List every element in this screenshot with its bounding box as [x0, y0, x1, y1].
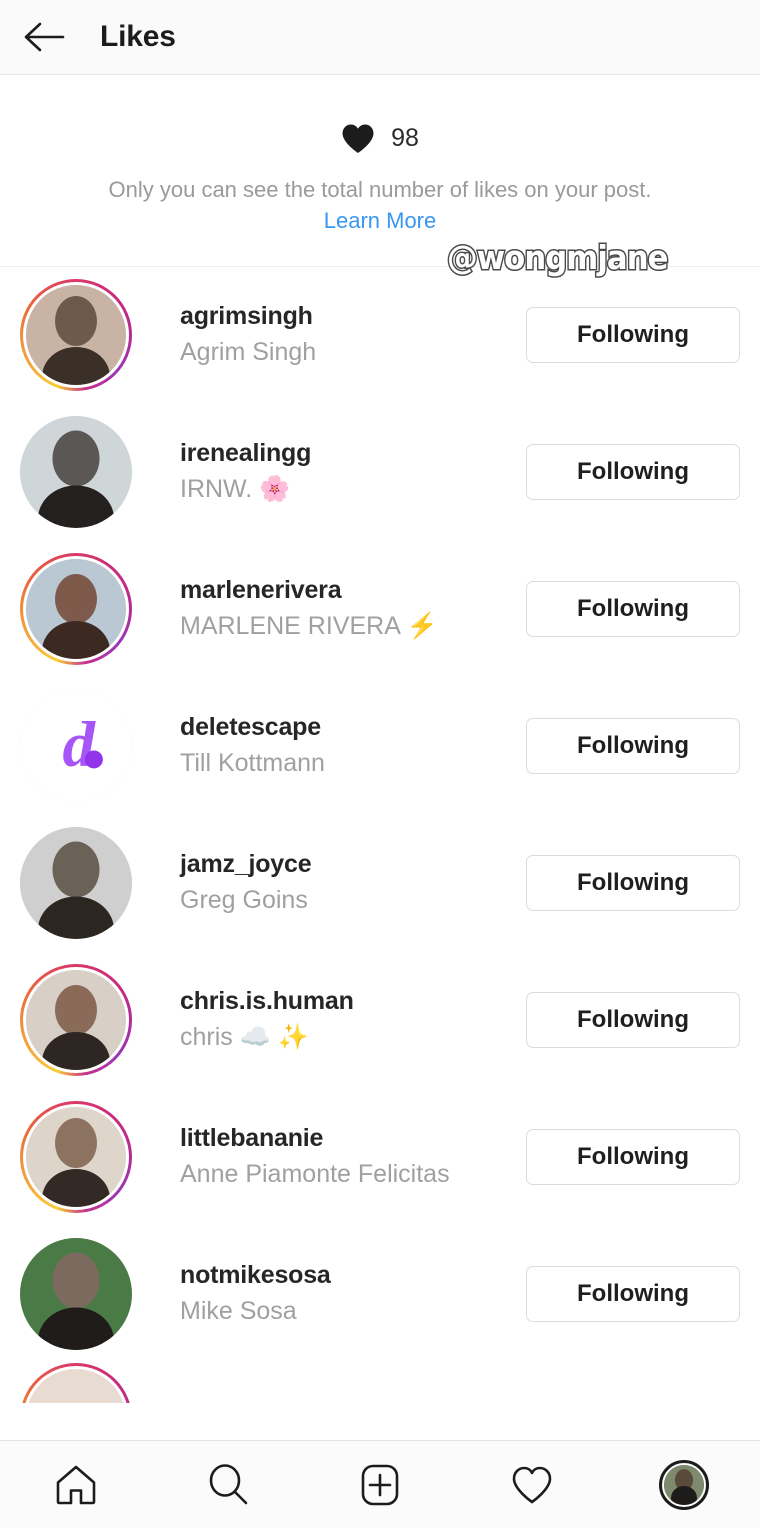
username[interactable]: littlebananie	[180, 1122, 526, 1155]
liker-row[interactable]: d deletescape Till Kottmann Following	[0, 678, 760, 815]
avatar-image: d	[20, 690, 132, 802]
follow-button[interactable]: Following	[526, 581, 740, 637]
avatar-with-story-ring[interactable]	[20, 964, 132, 1076]
add-post-icon	[357, 1462, 403, 1508]
nav-search[interactable]	[173, 1441, 283, 1528]
likes-screen: Likes 98 Only you can see the total numb…	[0, 0, 760, 1528]
avatar-image	[26, 285, 126, 385]
username[interactable]: marlenerivera	[180, 574, 526, 607]
liker-row[interactable]: littlebananie Anne Piamonte Felicitas Foll…	[0, 1089, 760, 1226]
avatar-image	[26, 1368, 126, 1403]
username[interactable]: irenealingg	[180, 437, 526, 470]
follow-button[interactable]: Following	[526, 718, 740, 774]
user-meta: irenealingg IRNW. 🌸	[132, 437, 526, 507]
heart-filled-icon	[341, 123, 375, 154]
nav-activity[interactable]	[477, 1441, 587, 1528]
avatar[interactable]: d	[20, 690, 132, 802]
avatar-with-story-ring[interactable]	[20, 553, 132, 665]
fullname: chris ☁️ ✨	[180, 1023, 309, 1052]
avatar-with-story-ring[interactable]	[20, 1362, 132, 1403]
nav-add-post[interactable]	[325, 1441, 435, 1528]
avatar[interactable]	[20, 416, 132, 528]
avatar[interactable]	[20, 1238, 132, 1350]
avatar-with-story-ring[interactable]	[20, 1101, 132, 1213]
back-button[interactable]	[16, 9, 72, 65]
like-count: 98	[391, 124, 419, 152]
liker-row[interactable]: irenealingg IRNW. 🌸 Following	[0, 404, 760, 541]
avatar-image	[26, 1107, 126, 1207]
user-meta: agrimsingh Agrim Singh	[132, 300, 526, 370]
liker-row[interactable]: chris.is.human chris ☁️ ✨ Following	[0, 952, 760, 1089]
like-count-row: 98	[0, 123, 760, 154]
username[interactable]: agrimsingh	[180, 300, 526, 333]
follow-button[interactable]: Following	[526, 992, 740, 1048]
learn-more-link[interactable]: Learn More	[0, 208, 760, 234]
fullname: Greg Goins	[180, 886, 308, 915]
profile-avatar	[659, 1459, 709, 1510]
username[interactable]: chris.is.human	[180, 985, 526, 1018]
user-meta: notmikesosa Mike Sosa	[132, 1259, 526, 1329]
follow-button[interactable]: Following	[526, 855, 740, 911]
fullname: Mike Sosa	[180, 1297, 297, 1326]
user-meta: deletescape Till Kottmann	[132, 711, 526, 781]
fullname: Agrim Singh	[180, 338, 317, 367]
username[interactable]: jamz_joyce	[180, 848, 526, 881]
avatar-image	[664, 1464, 704, 1505]
user-meta: chris.is.human chris ☁️ ✨	[132, 985, 526, 1055]
home-icon	[53, 1462, 99, 1508]
likes-info-section: 98 Only you can see the total number of …	[0, 75, 760, 279]
avatar-image	[20, 416, 132, 528]
username[interactable]: deletescape	[180, 711, 526, 744]
avatar-image	[20, 1238, 132, 1350]
follow-button[interactable]: Following	[526, 1266, 740, 1322]
user-meta: littlebananie Anne Piamonte Felicitas	[132, 1122, 526, 1192]
liker-row[interactable]: jamz_joyce Greg Goins Following	[0, 815, 760, 952]
follow-button[interactable]: Following	[526, 1129, 740, 1185]
user-meta: marlenerivera MARLENE RIVERA ⚡	[132, 574, 526, 644]
user-meta: jamz_joyce Greg Goins	[132, 848, 526, 918]
svg-text:d: d	[63, 709, 97, 781]
arrow-left-icon	[23, 20, 65, 54]
nav-profile[interactable]	[629, 1441, 739, 1528]
fullname: MARLENE RIVERA ⚡	[180, 612, 438, 641]
avatar-image	[20, 827, 132, 939]
bottom-navigation	[0, 1440, 760, 1528]
avatar-image	[26, 970, 126, 1070]
follow-button[interactable]: Following	[526, 444, 740, 500]
username[interactable]: notmikesosa	[180, 1259, 526, 1292]
search-icon	[205, 1462, 251, 1508]
likers-list: agrimsingh Agrim Singh Following irenealing…	[0, 267, 760, 1403]
follow-button[interactable]: Following	[526, 307, 740, 363]
avatar[interactable]	[20, 827, 132, 939]
likes-note: Only you can see the total number of lik…	[108, 177, 652, 202]
avatar-image	[26, 559, 126, 659]
fullname: Anne Piamonte Felicitas	[180, 1160, 450, 1189]
heart-outline-icon	[509, 1462, 555, 1508]
liker-row[interactable]: agrimsingh Agrim Singh Following	[0, 267, 760, 404]
liker-row-partial[interactable]	[0, 1362, 760, 1403]
top-bar: Likes	[0, 0, 760, 75]
nav-home[interactable]	[21, 1441, 131, 1528]
fullname: Till Kottmann	[180, 749, 325, 778]
liker-row[interactable]: notmikesosa Mike Sosa Following	[0, 1226, 760, 1363]
page-title: Likes	[100, 20, 176, 53]
liker-row[interactable]: marlenerivera MARLENE RIVERA ⚡ Following	[0, 541, 760, 678]
fullname: IRNW. 🌸	[180, 475, 291, 504]
avatar-with-story-ring[interactable]	[20, 279, 132, 391]
